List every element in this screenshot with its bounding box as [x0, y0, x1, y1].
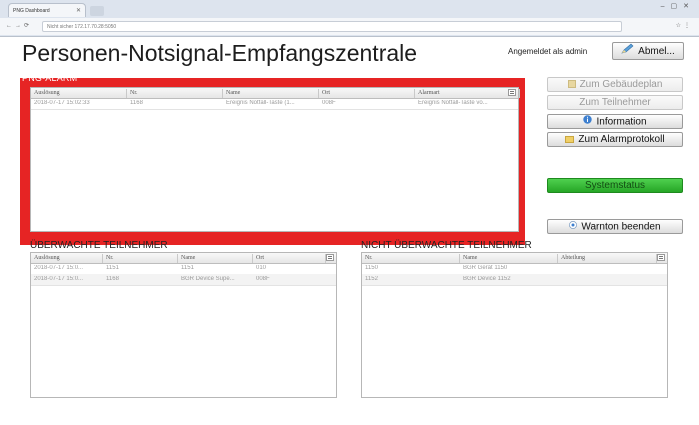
info-icon — [583, 115, 593, 129]
cell: BGR Device 1152 — [463, 276, 511, 282]
system-status-label: Systemstatus — [584, 180, 646, 191]
window-controls[interactable]: –▢✕ — [661, 2, 695, 10]
column-header[interactable]: Auslösung — [31, 89, 127, 98]
column-header[interactable]: Nr. — [127, 89, 223, 98]
cell: 1152 — [365, 276, 378, 282]
cell: Ereignis Notfall-Taste vo... — [418, 100, 488, 106]
cell: BGR Gerät 1150 — [463, 265, 508, 271]
column-header[interactable]: Name — [178, 254, 253, 263]
browser-tab[interactable]: PNG Dashboard ✕ — [8, 3, 86, 17]
cell: 1168 — [106, 276, 119, 282]
cell: 008F — [256, 276, 270, 282]
monitored-table: Auslösung Nr. Name Ort 2018-07-17 15:0..… — [30, 252, 337, 398]
folder-icon — [565, 135, 575, 143]
new-tab-button[interactable] — [90, 6, 104, 16]
cell: 1168 — [130, 100, 143, 106]
cell: 2018-07-17 15:0... — [34, 276, 84, 282]
table-row[interactable]: 2018-07-17 15:0... 1168 BGR Device Supe.… — [31, 274, 336, 286]
unmonitored-title: NICHT ÜBERWACHTE TEILNEHMER — [361, 240, 532, 251]
pencil-icon — [621, 43, 634, 60]
cell: BGR Device Supe... — [181, 276, 235, 282]
column-header[interactable]: Nr. — [362, 254, 460, 263]
cell: 1151 — [181, 265, 194, 271]
alarm-label: PNG-ALARM — [22, 73, 78, 83]
table-row[interactable]: 2018-07-17 15:02:33 1168 Ereignis Notfal… — [31, 98, 518, 110]
browser-tab-title: PNG Dashboard — [13, 8, 50, 14]
stop-tone-label: Warnton beenden — [581, 221, 661, 233]
stop-warning-tone-button[interactable]: Warnton beenden — [547, 219, 683, 234]
cell: 2018-07-17 15:0... — [34, 265, 84, 271]
logout-button[interactable]: Abmel... — [612, 42, 684, 60]
column-header[interactable]: Ort — [253, 254, 326, 263]
cell: Ereignis Notfall-Taste (1... — [226, 100, 295, 106]
address-bar[interactable]: Nicht sicher 172.17.70.28:5050 — [42, 21, 622, 32]
column-header[interactable]: Alarmart — [415, 89, 520, 98]
login-status: Angemeldet als admin — [508, 47, 588, 56]
cell: 2018-07-17 15:02:33 — [34, 100, 90, 106]
page-title: Personen-Notsignal-Empfangszentrale — [22, 40, 418, 66]
monitored-title: ÜBERWACHTE TEILNEHMER — [30, 240, 168, 251]
participant-label: Zum Teilnehmer — [579, 97, 651, 108]
participant-button[interactable]: Zum Teilnehmer — [547, 95, 683, 110]
column-header[interactable]: Abteilung — [558, 254, 657, 263]
column-menu-icon[interactable] — [657, 254, 665, 261]
column-menu-icon[interactable] — [326, 254, 334, 261]
column-header[interactable]: Name — [460, 254, 558, 263]
cell: 1151 — [106, 265, 119, 271]
column-header[interactable]: Name — [223, 89, 319, 98]
column-header[interactable]: Auslösung — [31, 254, 103, 263]
address-text: Nicht sicher 172.17.70.28:5050 — [47, 24, 117, 30]
column-header[interactable]: Nr. — [103, 254, 178, 263]
cell: 010 — [256, 265, 267, 271]
cell: 008F — [322, 100, 336, 106]
stop-tone-icon — [569, 220, 578, 234]
information-button[interactable]: Information — [547, 114, 683, 129]
logout-label: Abmel... — [638, 46, 675, 58]
table-row[interactable]: 1152 BGR Device 1152 — [362, 274, 667, 286]
column-menu-icon[interactable] — [508, 89, 516, 96]
building-icon — [567, 80, 576, 89]
information-label: Information — [596, 116, 647, 128]
unmonitored-table: Nr. Name Abteilung 1150 BGR Gerät 1150 1… — [361, 252, 668, 398]
alarm-log-label: Zum Alarmprotokoll — [578, 134, 665, 145]
nav-buttons[interactable]: ←→⟳ — [6, 22, 32, 29]
close-icon[interactable]: ✕ — [76, 4, 81, 18]
column-header[interactable]: Ort — [319, 89, 415, 98]
system-status-button[interactable]: Systemstatus — [547, 178, 683, 193]
browser-tools[interactable]: ☆⋮ — [676, 22, 693, 29]
alarm-log-button[interactable]: Zum Alarmprotokoll — [547, 132, 683, 147]
building-plan-label: Zum Gebäudeplan — [579, 79, 663, 90]
alarm-table: Auslösung Nr. Name Ort Alarmart 2018-07-… — [30, 87, 520, 232]
building-plan-button[interactable]: Zum Gebäudeplan — [547, 77, 683, 92]
cell: 1150 — [365, 265, 378, 271]
